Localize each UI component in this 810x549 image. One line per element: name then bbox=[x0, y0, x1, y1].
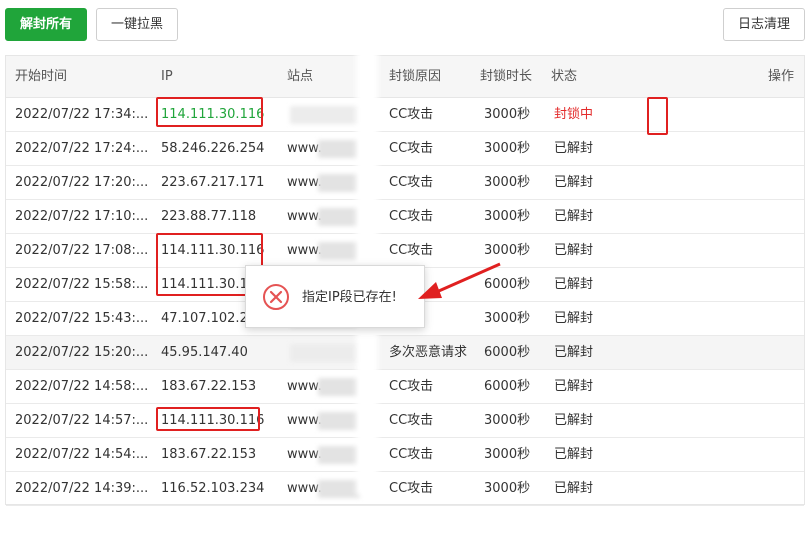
header-site[interactable]: 站点 bbox=[287, 56, 313, 98]
redacted-site bbox=[318, 378, 360, 396]
cell-start-time: 2022/07/22 15:58:... bbox=[15, 277, 149, 292]
header-duration[interactable]: 封锁时长 bbox=[480, 56, 532, 98]
redacted-site bbox=[318, 480, 360, 498]
cell-reason: CC攻击 bbox=[389, 209, 434, 224]
cell-start-time: 2022/07/22 14:57:... bbox=[15, 413, 149, 428]
redacted-site bbox=[318, 242, 360, 260]
toast-message: 指定IP段已存在! bbox=[302, 290, 397, 305]
cell-ip: 116.52.103.234 bbox=[161, 481, 265, 496]
cell-duration: 3000秒 bbox=[484, 311, 531, 326]
cell-reason: CC攻击 bbox=[389, 175, 434, 190]
cell-ip: 45.95.147.40 bbox=[161, 345, 248, 360]
cell-status: 已解封 bbox=[554, 209, 594, 224]
table-row: 2022/07/22 14:39:... 116.52.103.234 www. CC… bbox=[6, 472, 804, 506]
cell-ip: 183.67.22.153 bbox=[161, 379, 257, 394]
table-row: 2022/07/22 17:20:... 223.67.217.171 www. CC… bbox=[6, 166, 804, 200]
cell-status: 已解封 bbox=[554, 413, 594, 428]
cell-start-time: 2022/07/22 14:58:... bbox=[15, 379, 149, 394]
redacted-site bbox=[318, 140, 360, 158]
cell-duration: 3000秒 bbox=[484, 175, 531, 190]
table-row: 2022/07/22 17:34:... 114.111.30.116 CC攻击 30… bbox=[6, 98, 804, 132]
cell-ip: 183.67.22.153 bbox=[161, 447, 257, 462]
cell-status: 已解封 bbox=[554, 243, 594, 258]
one-click-blacklist-button[interactable]: 一键拉黑 bbox=[96, 8, 178, 41]
cell-ip: 223.67.217.171 bbox=[161, 175, 265, 190]
table-row: 2022/07/22 17:08:... 114.111.30.116 www. CC… bbox=[6, 234, 804, 268]
cell-start-time: 2022/07/22 17:10:... bbox=[15, 209, 149, 224]
table-row: 2022/07/22 14:54:... 183.67.22.153 www. CC攻… bbox=[6, 438, 804, 472]
cell-start-time: 2022/07/22 17:20:... bbox=[15, 175, 149, 190]
annotation-box-blacklist bbox=[647, 97, 668, 135]
unblock-all-button[interactable]: 解封所有 bbox=[5, 8, 87, 41]
cell-reason: CC攻击 bbox=[389, 413, 434, 428]
cell-start-time: 2022/07/22 14:39:... bbox=[15, 481, 149, 496]
cell-status: 已解封 bbox=[554, 447, 594, 462]
cell-reason: CC攻击 bbox=[389, 243, 434, 258]
annotation-box-ip-3 bbox=[156, 407, 260, 431]
error-toast: 指定IP段已存在! bbox=[245, 265, 425, 328]
table-row: 2022/07/22 14:57:... 114.111.30.116 www. CC… bbox=[6, 404, 804, 438]
cell-duration: 3000秒 bbox=[484, 447, 531, 462]
cell-duration: 6000秒 bbox=[484, 345, 531, 360]
cell-status: 已解封 bbox=[554, 277, 594, 292]
redacted-site bbox=[318, 208, 360, 226]
header-status[interactable]: 状态 bbox=[551, 56, 577, 98]
cell-duration: 6000秒 bbox=[484, 277, 531, 292]
cell-start-time: 2022/07/22 17:08:... bbox=[15, 243, 149, 258]
toolbar: 解封所有 一键拉黑 日志清理 bbox=[0, 0, 810, 50]
cell-duration: 3000秒 bbox=[484, 243, 531, 258]
cell-duration: 3000秒 bbox=[484, 107, 531, 122]
header-ip[interactable]: IP bbox=[161, 56, 173, 98]
cell-duration: 3000秒 bbox=[484, 141, 531, 156]
header-reason[interactable]: 封锁原因 bbox=[389, 56, 441, 98]
redacted-site bbox=[318, 412, 360, 430]
cell-duration: 6000秒 bbox=[484, 379, 531, 394]
cell-status: 已解封 bbox=[554, 311, 594, 326]
table-row: 2022/07/22 15:20:... 45.95.147.40 多次恶意请求 60… bbox=[6, 336, 804, 370]
header-ops: 操作 bbox=[767, 69, 794, 84]
cell-status: 已解封 bbox=[554, 141, 594, 156]
cell-reason: CC攻击 bbox=[389, 107, 434, 122]
cell-reason: CC攻击 bbox=[389, 447, 434, 462]
cell-duration: 3000秒 bbox=[484, 209, 531, 224]
header-start-time[interactable]: 开始时间 bbox=[15, 56, 67, 98]
cell-reason: CC攻击 bbox=[389, 141, 434, 156]
cell-status: 已解封 bbox=[554, 345, 594, 360]
cell-status: 已解封 bbox=[554, 379, 594, 394]
cell-start-time: 2022/07/22 14:54:... bbox=[15, 447, 149, 462]
table-row: 2022/07/22 17:10:... 223.88.77.118 www. CC攻… bbox=[6, 200, 804, 234]
cell-duration: 3000秒 bbox=[484, 481, 531, 496]
cell-ip: 58.246.226.254 bbox=[161, 141, 265, 156]
redacted-site bbox=[318, 446, 360, 464]
table-header: 开始时间 IP 站点 封锁原因 封锁时长 状态 操作 bbox=[6, 56, 804, 98]
cell-status: 已解封 bbox=[554, 175, 594, 190]
cell-ip: 223.88.77.118 bbox=[161, 209, 257, 224]
cell-status: 封锁中 bbox=[554, 107, 594, 122]
cell-status: 已解封 bbox=[554, 481, 594, 496]
cell-reason: CC攻击 bbox=[389, 379, 434, 394]
table-row: 2022/07/22 14:58:... 183.67.22.153 www. CC攻… bbox=[6, 370, 804, 404]
cell-duration: 3000秒 bbox=[484, 413, 531, 428]
table-row: 2022/07/22 17:24:... 58.246.226.254 www. CC… bbox=[6, 132, 804, 166]
cell-reason: CC攻击 bbox=[389, 481, 434, 496]
annotation-box-ip-1 bbox=[156, 97, 263, 127]
cell-start-time: 2022/07/22 15:20:... bbox=[15, 345, 149, 360]
error-circle-icon bbox=[263, 284, 289, 310]
cell-start-time: 2022/07/22 15:43:... bbox=[15, 311, 149, 326]
cell-start-time: 2022/07/22 17:34:... bbox=[15, 107, 149, 122]
cell-reason: 多次恶意请求 bbox=[389, 345, 468, 360]
cell-start-time: 2022/07/22 17:24:... bbox=[15, 141, 149, 156]
redacted-site bbox=[318, 174, 360, 192]
log-clean-button[interactable]: 日志清理 bbox=[723, 8, 805, 41]
